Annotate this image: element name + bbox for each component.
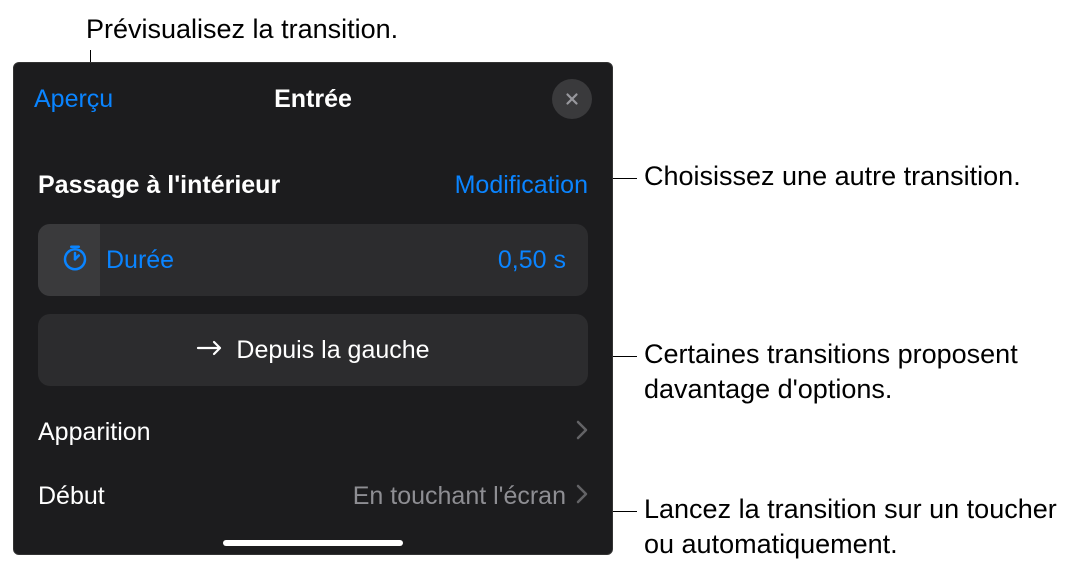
- callout-direction: Certaines transitions proposent davantag…: [644, 337, 1077, 407]
- home-indicator: [223, 540, 403, 546]
- close-icon: [563, 90, 581, 108]
- start-row[interactable]: Début En touchant l'écran: [38, 464, 588, 528]
- start-label: Début: [38, 482, 105, 511]
- callout-start: Lancez la transition sur un toucher ou a…: [644, 492, 1077, 562]
- arrow-right-icon: [196, 338, 224, 363]
- apparition-row[interactable]: Apparition: [38, 400, 588, 464]
- panel-title: Entrée: [274, 85, 352, 114]
- modify-button[interactable]: Modification: [455, 171, 588, 200]
- callout-modify: Choisissez une autre transition.: [644, 159, 1021, 194]
- preview-button[interactable]: Aperçu: [34, 85, 113, 114]
- start-value: En touchant l'écran: [353, 482, 566, 511]
- timer-icon: [60, 243, 90, 278]
- direction-button[interactable]: Depuis la gauche: [38, 314, 588, 386]
- panel-header: Aperçu Entrée: [14, 63, 612, 129]
- section-header: Passage à l'intérieur Modification: [14, 129, 612, 216]
- direction-label: Depuis la gauche: [236, 336, 429, 365]
- transition-name: Passage à l'intérieur: [38, 171, 280, 200]
- duration-value: 0,50 s: [498, 246, 566, 275]
- callout-preview: Prévisualisez la transition.: [86, 12, 398, 47]
- duration-label: Durée: [106, 246, 174, 275]
- apparition-label: Apparition: [38, 418, 151, 447]
- duration-row[interactable]: Durée 0,50 s: [38, 224, 588, 296]
- chevron-right-icon: [576, 420, 588, 445]
- close-button[interactable]: [552, 79, 592, 119]
- chevron-right-icon: [576, 484, 588, 509]
- transition-panel: Aperçu Entrée Passage à l'intérieur Modi…: [13, 62, 613, 555]
